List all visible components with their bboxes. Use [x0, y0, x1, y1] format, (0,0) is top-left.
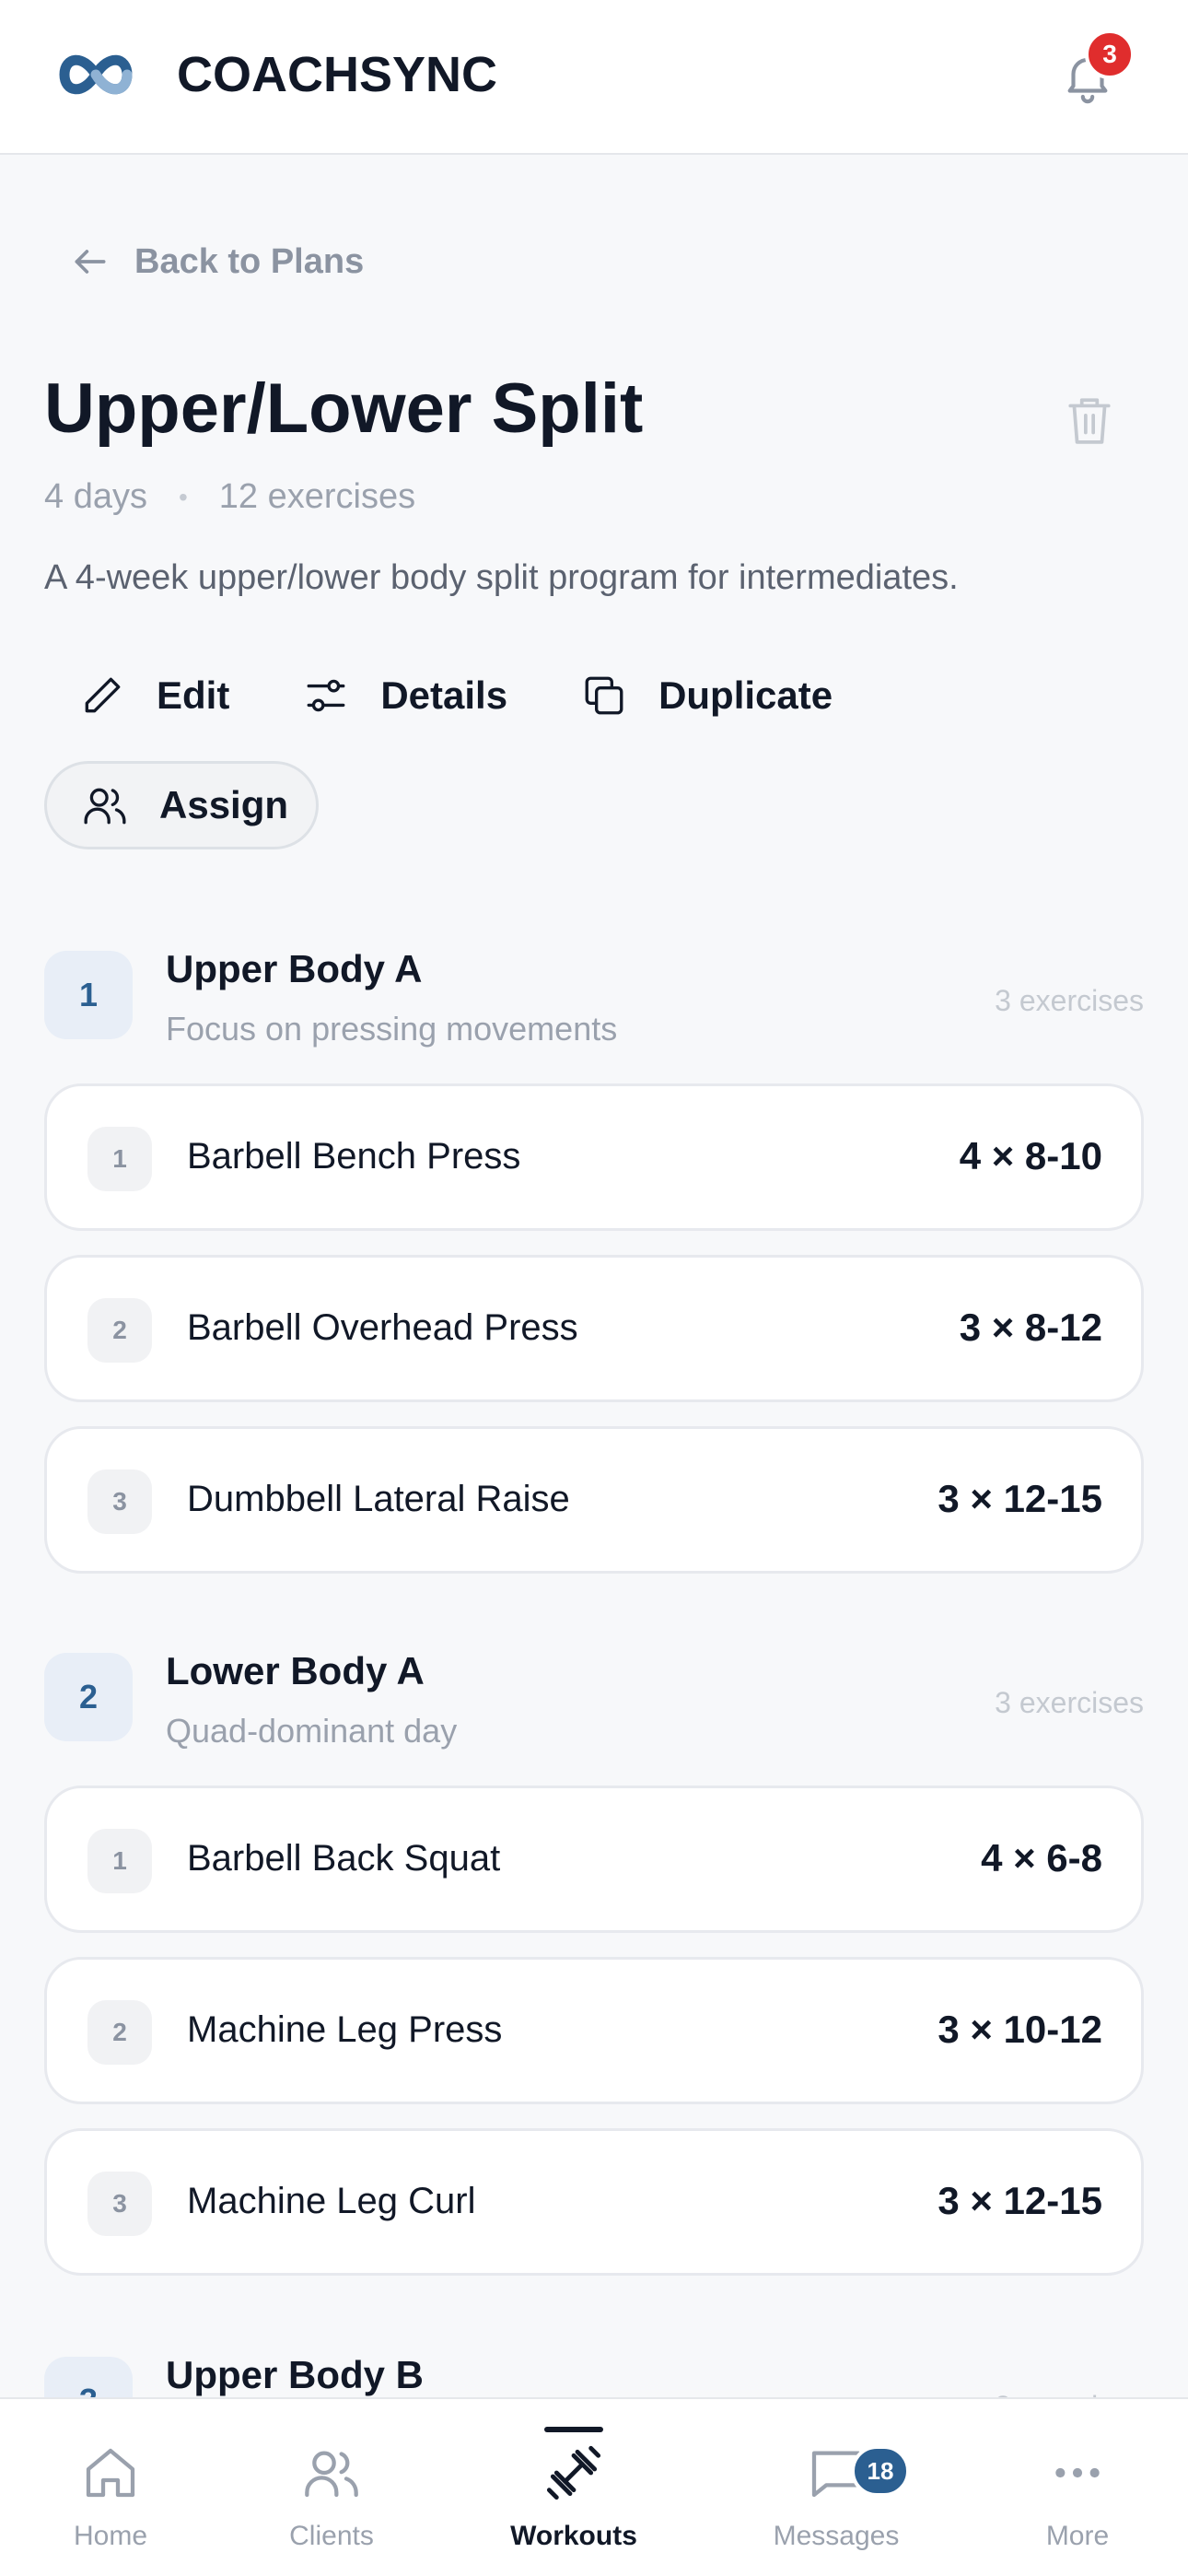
exercise-sets: 4 × 6-8 — [981, 1836, 1102, 1879]
day-name: Upper Body A — [166, 947, 423, 990]
notification-badge: 3 — [1085, 29, 1135, 79]
day-name: Upper Body B — [166, 2353, 425, 2396]
exercise-sets: 3 × 12-15 — [938, 1477, 1102, 1520]
nav-workouts-label: Workouts — [510, 2521, 637, 2551]
messages-badge: 18 — [851, 2445, 910, 2497]
nav-clients[interactable]: Clients — [221, 2399, 442, 2576]
exercise-sets: 3 × 10-12 — [938, 2008, 1102, 2051]
brand-name: COACHSYNC — [177, 47, 498, 102]
day-header[interactable]: 2 Lower Body A Quad-dominant day 3 exerc… — [44, 1649, 1144, 1754]
nav-clients-label: Clients — [289, 2521, 374, 2551]
pencil-icon — [85, 677, 121, 713]
day-name: Lower Body A — [166, 1649, 425, 1692]
exercise-sets: 3 × 8-12 — [959, 1306, 1102, 1349]
exercise-name: Barbell Overhead Press — [187, 1307, 578, 1348]
day-subtitle: Focus on pressing movements — [166, 1010, 618, 1048]
exercise-name: Machine Leg Curl — [187, 2181, 476, 2221]
plan-meta: 4 days • 12 exercises — [44, 477, 415, 517]
exercise-row[interactable]: 2 Barbell Overhead Press 3 × 8-12 — [44, 1255, 1144, 1402]
details-button[interactable]: Details — [266, 662, 544, 730]
exercise-name: Barbell Bench Press — [187, 1136, 521, 1177]
sliders-icon — [307, 679, 345, 712]
app-header: COACHSYNC 3 — [0, 0, 1188, 155]
nav-workouts[interactable]: Workouts — [463, 2399, 684, 2576]
exercise-row[interactable]: 1 Barbell Back Squat 4 × 6-8 — [44, 1786, 1144, 1933]
meta-separator: • — [178, 482, 188, 511]
day-header[interactable]: 1 Upper Body A Focus on pressing movemen… — [44, 947, 1144, 1052]
dumbbell-icon — [546, 2445, 601, 2500]
assign-button[interactable]: Assign — [44, 761, 319, 849]
coachsync-logo-icon — [59, 54, 133, 95]
day-exercise-count: 3 exercises — [995, 984, 1144, 1017]
edit-label: Edit — [157, 673, 230, 717]
exercise-index: 1 — [87, 1829, 152, 1893]
duplicate-button[interactable]: Duplicate — [544, 662, 869, 730]
nav-more-label: More — [1045, 2521, 1110, 2551]
nav-messages[interactable]: 18 Messages — [726, 2399, 947, 2576]
nav-more[interactable]: More — [967, 2399, 1188, 2576]
exercise-index: 3 — [87, 1469, 152, 1534]
exercise-index: 3 — [87, 2172, 152, 2236]
exercise-index: 1 — [87, 1127, 152, 1191]
back-label: Back to Plans — [134, 241, 365, 281]
day-exercise-count: 3 exercises — [995, 1686, 1144, 1719]
exercise-row[interactable]: 3 Machine Leg Curl 3 × 12-15 — [44, 2128, 1144, 2276]
exercise-index: 2 — [87, 2000, 152, 2065]
plan-days: 4 days — [44, 477, 147, 516]
exercise-row[interactable]: 3 Dumbbell Lateral Raise 3 × 12-15 — [44, 1426, 1144, 1574]
users-icon — [305, 2451, 358, 2498]
nav-home-label: Home — [73, 2521, 148, 2551]
assign-label: Assign — [159, 783, 289, 826]
plan-description: A 4-week upper/lower body split program … — [44, 558, 959, 597]
users-icon — [84, 788, 126, 825]
bottom-nav: Home Clients Workouts 18 Messages More — [0, 2397, 1188, 2576]
plan-actions: Edit Details Duplicate — [44, 662, 869, 730]
exercise-name: Dumbbell Lateral Raise — [187, 1479, 570, 1519]
more-dots-icon — [1055, 2467, 1100, 2478]
details-label: Details — [380, 673, 508, 717]
edit-button[interactable]: Edit — [44, 662, 266, 730]
active-indicator — [544, 2427, 603, 2432]
exercise-row[interactable]: 2 Machine Leg Press 3 × 10-12 — [44, 1957, 1144, 2104]
day-subtitle: Quad-dominant day — [166, 1712, 458, 1750]
exercise-name: Barbell Back Squat — [187, 1838, 501, 1879]
trash-icon[interactable] — [1066, 394, 1112, 446]
duplicate-label: Duplicate — [658, 673, 833, 717]
day-number-badge: 1 — [44, 951, 133, 1039]
page-title: Upper/Lower Split — [44, 369, 644, 448]
nav-home[interactable]: Home — [0, 2399, 221, 2576]
exercise-row[interactable]: 1 Barbell Bench Press 4 × 8-10 — [44, 1083, 1144, 1231]
exercise-name: Machine Leg Press — [187, 2009, 503, 2050]
back-to-plans-link[interactable]: Back to Plans — [70, 241, 364, 282]
home-icon — [86, 2448, 135, 2498]
exercise-index: 2 — [87, 1298, 152, 1363]
exercise-sets: 4 × 8-10 — [959, 1134, 1102, 1177]
nav-messages-label: Messages — [773, 2521, 900, 2551]
day-number-badge: 2 — [44, 1653, 133, 1741]
plan-exercise-count: 12 exercises — [218, 477, 416, 516]
exercise-sets: 3 × 12-15 — [938, 2179, 1102, 2222]
arrow-left-icon — [75, 250, 106, 274]
copy-icon — [585, 676, 623, 715]
